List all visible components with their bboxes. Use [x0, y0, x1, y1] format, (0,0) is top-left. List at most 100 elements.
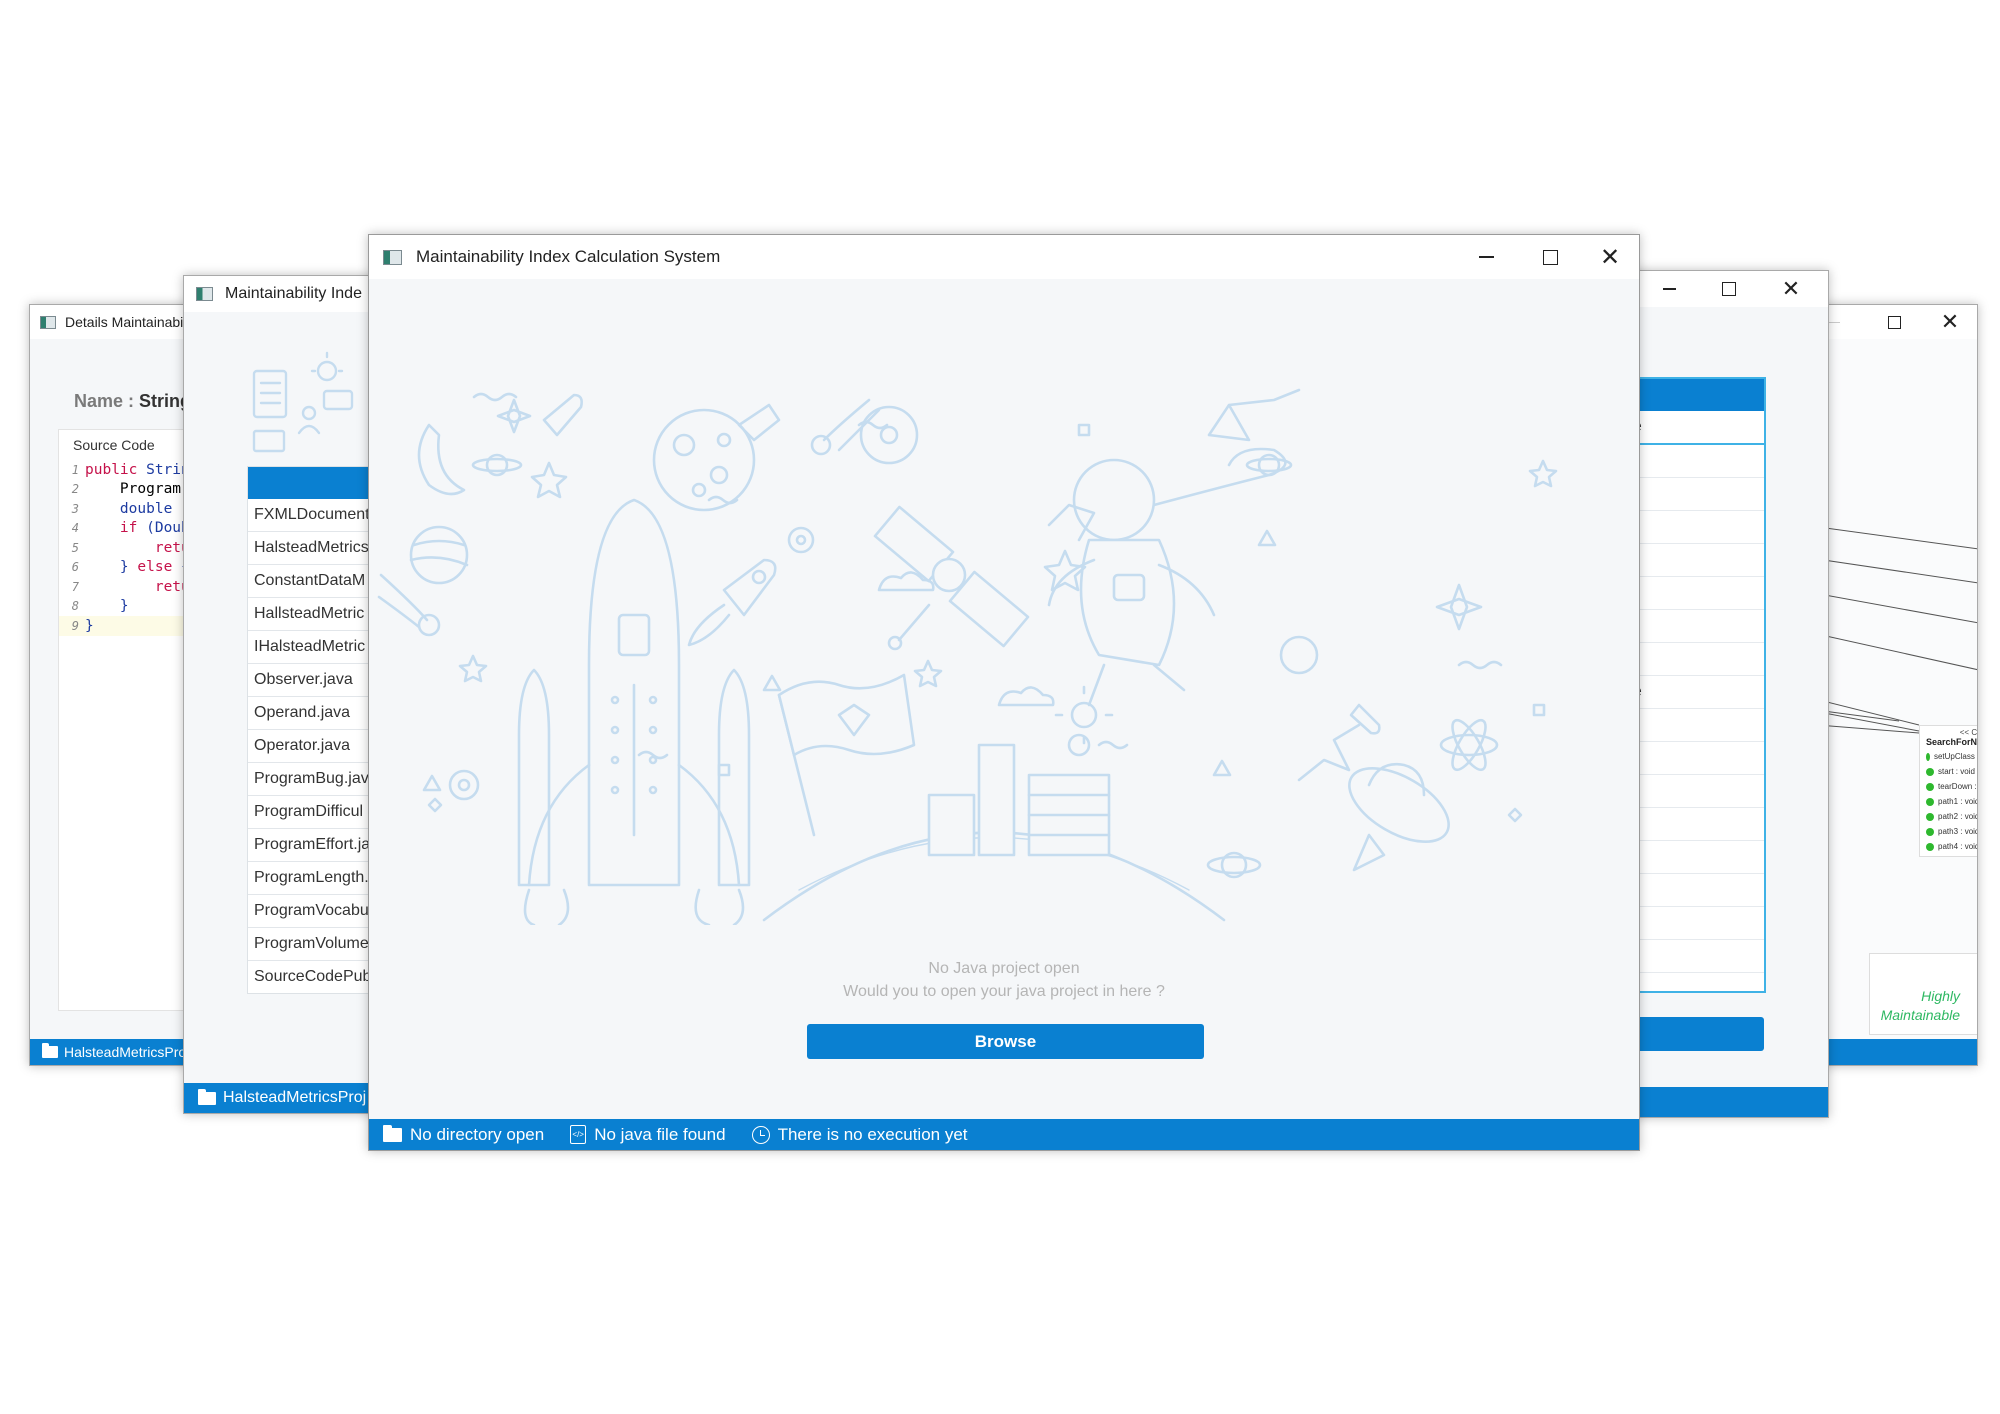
folder-icon	[42, 1043, 58, 1058]
code-token: retu	[85, 578, 190, 595]
code-token: if	[85, 520, 147, 537]
moon-small-icon	[859, 405, 919, 465]
class-box[interactable]: << Con SearchForNu setUpClass : vo start…	[1919, 725, 1978, 857]
class-member: path2 : void	[1926, 809, 1977, 824]
class-member: path4 : void	[1926, 839, 1977, 854]
class-name: SearchForNu	[1926, 737, 1978, 747]
line-number: 6	[71, 560, 79, 575]
file-list-item[interactable]: FXMLDocument	[248, 499, 388, 532]
directory-status: No directory open	[410, 1124, 545, 1144]
maximize-icon	[1542, 249, 1558, 265]
planet-icon	[409, 525, 469, 585]
close-icon: ✕	[1781, 276, 1801, 301]
minimize-button[interactable]	[1455, 235, 1517, 279]
crescent-moon-icon	[417, 423, 466, 496]
sun-icon	[1054, 685, 1114, 745]
file-rows: FXMLDocument HalsteadMetrics ConstantDataM…	[248, 499, 388, 993]
close-icon: ✕	[1599, 243, 1621, 271]
file-list-item[interactable]: ProgramVolume	[248, 928, 388, 961]
execution-status: There is no execution yet	[777, 1124, 968, 1144]
method-icon	[1926, 752, 1930, 761]
no-project-text: No Java project open	[928, 960, 1080, 977]
city-icon	[927, 733, 1111, 857]
minimize-icon	[1662, 288, 1676, 290]
folder-icon	[383, 1124, 402, 1142]
line-number: 3	[71, 501, 79, 516]
file-list-item[interactable]: Observer.java	[248, 664, 388, 697]
minimize-icon	[1478, 256, 1494, 258]
class-member: setUpClass : vo	[1926, 749, 1977, 764]
file-list-item[interactable]: HallsteadMetric	[248, 598, 388, 631]
legend-panel: Highly Maintainable	[1869, 953, 1977, 1035]
app-icon	[196, 287, 213, 301]
java-file-status: No java file found	[594, 1124, 726, 1144]
method-icon	[1926, 812, 1934, 821]
code-token: retu	[85, 539, 190, 556]
code-token: Program	[85, 481, 182, 498]
line-number: 4	[71, 521, 79, 536]
line-number: 9	[71, 618, 79, 633]
java-file-icon: </>	[570, 1125, 587, 1144]
atom-icon	[1439, 718, 1499, 772]
window-title: Maintainability Inde	[225, 285, 362, 302]
astronaut-icon	[1047, 447, 1287, 707]
method-icon	[1926, 842, 1934, 851]
project-name: HalsteadMetricsProj	[223, 1089, 367, 1106]
class-member: path3 : void	[1926, 824, 1977, 839]
maximize-button[interactable]	[1519, 235, 1581, 279]
project-name: HalsteadMetricsPro	[64, 1044, 187, 1060]
empty-message: No Java project open Would you to open y…	[369, 957, 1639, 1003]
line-number: 5	[71, 540, 79, 555]
file-list-item[interactable]: Operand.java	[248, 697, 388, 730]
method-icon	[1926, 782, 1934, 791]
maximize-button[interactable]	[1701, 271, 1757, 307]
ringed-planet-icon	[471, 453, 523, 477]
class-member: start : void	[1926, 764, 1977, 779]
legend-line-1: Highly	[1921, 988, 1960, 1004]
clock-icon	[751, 1125, 770, 1144]
folder-icon	[198, 1088, 216, 1105]
header-illustration	[252, 351, 354, 453]
close-button[interactable]: ✕	[1763, 271, 1819, 307]
code-token: public	[85, 461, 147, 478]
line-number: 1	[71, 462, 79, 477]
open-project-prompt: Would you to open your java project in h…	[843, 983, 1165, 1000]
moon-icon	[652, 403, 781, 512]
maximize-icon	[1722, 282, 1736, 296]
space-illustration	[377, 388, 1558, 925]
window-title: Maintainability Index Calculation System	[416, 247, 721, 266]
class-member: path1 : void	[1926, 794, 1977, 809]
window-title: Details Maintainabi	[65, 314, 184, 330]
title-bar: Maintainability Index Calculation System…	[369, 235, 1639, 279]
line-number: 7	[71, 579, 79, 594]
file-list-item[interactable]: ProgramLength.	[248, 862, 388, 895]
file-list-item[interactable]: ConstantDataM	[248, 565, 388, 598]
name-row: Name : String	[74, 391, 191, 412]
file-list-item[interactable]: Operator.java	[248, 730, 388, 763]
main-window: Maintainability Index Calculation System…	[368, 234, 1640, 1151]
code-token: double	[85, 500, 182, 517]
code-token: }	[85, 559, 138, 576]
file-list-item[interactable]: ProgramDifficul	[248, 796, 388, 829]
file-list-item[interactable]: ProgramEffort.ja	[248, 829, 388, 862]
file-list-item[interactable]: SourceCodePub	[248, 961, 388, 993]
method-icon	[1926, 797, 1934, 806]
file-list-item[interactable]: ProgramVocabu	[248, 895, 388, 928]
file-list-header	[248, 467, 388, 499]
close-button[interactable]: ✕	[1579, 235, 1639, 279]
code-token: else	[137, 559, 182, 576]
file-list-item[interactable]: HalsteadMetrics	[248, 532, 388, 565]
code-token: }	[85, 617, 94, 634]
method-icon	[1926, 767, 1934, 776]
minimize-button[interactable]	[1641, 271, 1697, 307]
line-number: 2	[71, 482, 79, 497]
browse-button[interactable]: Browse	[807, 1024, 1204, 1059]
name-label: Name :	[74, 391, 135, 411]
code-token: }	[85, 598, 129, 615]
class-member: tearDown : voi	[1926, 779, 1977, 794]
app-icon	[40, 315, 56, 329]
app-icon	[383, 249, 402, 265]
status-bar: No directory open </> No java file found…	[369, 1119, 1639, 1150]
file-list-item[interactable]: IHalsteadMetric	[248, 631, 388, 664]
file-list-item[interactable]: ProgramBug.jav	[248, 763, 388, 796]
